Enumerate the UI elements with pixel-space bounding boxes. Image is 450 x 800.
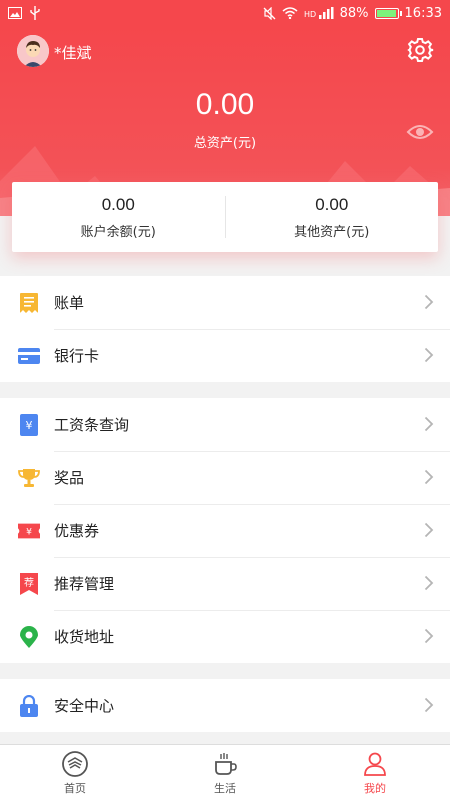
- referral-icon: 荐: [18, 572, 40, 595]
- home-logo-icon: [62, 750, 88, 777]
- bill-label: 账单: [54, 294, 85, 312]
- total-assets-label: 总资产(元): [193, 136, 257, 151]
- tab-home[interactable]: 首页: [0, 745, 150, 800]
- menu-group-finance: 账单 银行卡: [0, 276, 450, 382]
- location-pin-icon: [18, 625, 40, 648]
- status-bar: HD 88% 16:33: [0, 0, 450, 26]
- menu-group-security: 安全中心: [0, 679, 450, 732]
- chevron-right-icon: [424, 294, 434, 310]
- menu-item-address[interactable]: 收货地址: [0, 610, 450, 663]
- chevron-right-icon: [424, 575, 434, 591]
- visibility-eye-icon[interactable]: [406, 122, 434, 142]
- security-center-label: 安全中心: [54, 697, 115, 715]
- tab-home-label: 首页: [64, 781, 86, 795]
- bank-card-icon: [18, 345, 40, 367]
- user-avatar[interactable]: [17, 35, 49, 67]
- chevron-right-icon: [424, 416, 434, 432]
- chevron-right-icon: [424, 469, 434, 485]
- coupon-icon: ¥: [18, 520, 40, 542]
- bill-icon: [18, 292, 40, 314]
- username[interactable]: *佳斌: [54, 42, 92, 63]
- other-assets[interactable]: 0.00 其他资产(元): [226, 182, 439, 252]
- usb-icon: [30, 6, 40, 20]
- menu-item-referral[interactable]: 荐 推荐管理: [0, 557, 450, 610]
- menu-item-prizes[interactable]: 奖品: [0, 451, 450, 504]
- salary-slip-icon: ¥: [18, 413, 40, 436]
- hd-signal-icon: HD: [304, 7, 334, 19]
- other-assets-label: 其他资产(元): [294, 224, 370, 240]
- coupons-label: 优惠券: [54, 522, 100, 540]
- battery-percent: 88%: [339, 5, 369, 21]
- svg-text:HD: HD: [304, 10, 316, 19]
- referral-label: 推荐管理: [54, 575, 115, 593]
- menu-item-security-center[interactable]: 安全中心: [0, 679, 450, 732]
- account-balance[interactable]: 0.00 账户余额(元): [12, 182, 225, 252]
- other-assets-value: 0.00: [315, 194, 349, 214]
- coffee-cup-icon: [215, 752, 237, 775]
- menu-item-coupons[interactable]: ¥ 优惠券: [0, 504, 450, 557]
- salary-query-label: 工资条查询: [54, 416, 130, 434]
- account-balance-label: 账户余额(元): [80, 224, 156, 240]
- person-icon: [364, 752, 386, 776]
- lock-icon: [18, 694, 40, 717]
- bank-card-label: 银行卡: [54, 347, 100, 365]
- svg-text:¥: ¥: [26, 526, 32, 537]
- tab-mine-label: 我的: [364, 781, 386, 795]
- menu-item-salary-query[interactable]: ¥ 工资条查询: [0, 398, 450, 451]
- clock: 16:33: [404, 5, 442, 21]
- svg-text:荐: 荐: [24, 577, 34, 589]
- menu-item-bill[interactable]: 账单: [0, 276, 450, 329]
- menu-item-bank-card[interactable]: 银行卡: [0, 329, 450, 382]
- battery-icon: [374, 7, 402, 19]
- bottom-nav: 首页 生活 我的: [0, 744, 450, 800]
- chevron-right-icon: [424, 697, 434, 713]
- chevron-right-icon: [424, 628, 434, 644]
- chevron-right-icon: [424, 347, 434, 363]
- settings-gear-icon[interactable]: [406, 36, 434, 64]
- tab-life-label: 生活: [214, 781, 236, 795]
- total-assets-value: 0.00: [195, 88, 255, 121]
- account-balance-value: 0.00: [101, 194, 135, 214]
- wifi-icon: [282, 7, 298, 19]
- menu-group-services: ¥ 工资条查询 奖品 ¥ 优惠券 荐 推荐管理 收货地址: [0, 398, 450, 663]
- chevron-right-icon: [424, 522, 434, 538]
- mute-icon: [263, 6, 276, 20]
- svg-text:¥: ¥: [26, 419, 33, 432]
- image-notification-icon: [8, 7, 22, 19]
- tab-mine[interactable]: 我的: [300, 745, 450, 800]
- prizes-label: 奖品: [54, 469, 85, 487]
- trophy-icon: [18, 467, 40, 489]
- balance-card: 0.00 账户余额(元) 0.00 其他资产(元): [12, 182, 438, 252]
- address-label: 收货地址: [54, 628, 115, 646]
- tab-life[interactable]: 生活: [150, 745, 300, 800]
